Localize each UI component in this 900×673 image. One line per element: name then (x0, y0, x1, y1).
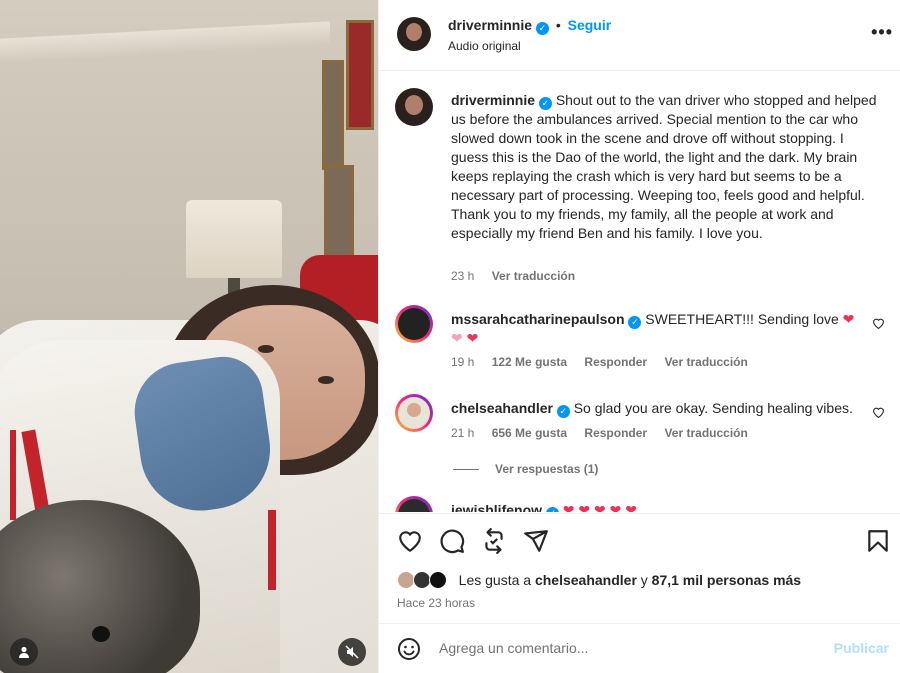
caption-avatar[interactable] (395, 88, 433, 126)
post-header: driverminnie ✓ • Seguir Audio original •… (379, 0, 900, 71)
verified-icon: ✓ (535, 22, 549, 35)
comment-item: chelseahandler ✓ So glad you are okay. S… (395, 394, 885, 476)
comment-avatar-photo (398, 308, 430, 340)
comment-author[interactable]: chelseahandler (451, 400, 553, 416)
verified-icon: ✓ (628, 316, 642, 329)
comment-time[interactable]: 21 h (451, 426, 474, 440)
caption-meta: 23 h Ver traducción (451, 269, 589, 283)
comment-text: SWEETHEART!!! Sending love (645, 311, 839, 327)
heart-icon (873, 407, 884, 419)
caption-translate[interactable]: Ver traducción (492, 269, 575, 283)
header-separator: • (555, 17, 561, 33)
comment-avatar[interactable] (395, 496, 433, 512)
comment-input[interactable]: Agrega un comentario... (439, 640, 588, 656)
comment-avatar[interactable] (395, 305, 433, 343)
mute-button[interactable] (338, 638, 366, 666)
verified-icon: ✓ (545, 507, 559, 512)
view-replies-button[interactable]: Ver respuestas (1) (453, 462, 598, 476)
comment-item: mssarahcatharinepaulson ✓ SWEETHEART!!! … (395, 305, 885, 375)
follow-button[interactable]: Seguir (568, 17, 612, 33)
likes-summary[interactable]: Les gusta a chelseahandler y 87,1 mil pe… (397, 571, 801, 589)
view-replies-line (453, 469, 479, 471)
comment-likes[interactable]: 122 Me gusta (492, 355, 567, 369)
share-icon (524, 530, 548, 552)
bookmark-icon (868, 530, 888, 552)
mute-icon (345, 645, 359, 659)
media-lamp (186, 200, 282, 278)
caption-avatar-face (405, 95, 423, 115)
emoji-button[interactable] (397, 637, 421, 664)
author-avatar[interactable] (397, 17, 431, 51)
comment-avatar-face (407, 403, 421, 417)
caption-text-block: driverminnie ✓ Shout out to the van driv… (451, 91, 885, 243)
comment-avatar[interactable] (395, 394, 433, 432)
likes-user[interactable]: chelseahandler (535, 572, 637, 588)
comment-button[interactable] (439, 528, 465, 554)
repost-button[interactable] (481, 528, 507, 554)
red-heart-emoji: ❤ (842, 311, 855, 327)
caption-time[interactable]: 23 h (451, 269, 474, 283)
comment-composer: Agrega un comentario... Publicar (379, 623, 900, 673)
comment-meta: 21 h 656 Me gusta Responder Ver traducci… (451, 426, 762, 440)
comments-section[interactable]: driverminnie ✓ Shout out to the van driv… (379, 72, 900, 512)
media-dog-eye (92, 626, 110, 642)
verified-icon: ✓ (538, 97, 552, 110)
likes-prefix: Les gusta a (458, 572, 535, 588)
comment-text: So glad you are okay. Sending healing vi… (573, 400, 853, 416)
media-stripe (10, 430, 16, 520)
comment-avatar-photo (398, 499, 430, 512)
media-frame (322, 60, 344, 170)
comment-text-block: chelseahandler ✓ So glad you are okay. S… (451, 399, 859, 418)
comment-like-button[interactable] (872, 317, 885, 332)
comment-reply-button[interactable]: Responder (584, 355, 647, 369)
post-media[interactable] (0, 0, 378, 673)
comment-like-button[interactable] (872, 406, 885, 421)
red-heart-emoji: ❤ (466, 330, 479, 346)
comment-author[interactable]: jewishlifenow (451, 502, 542, 512)
user-tag-button[interactable] (10, 638, 38, 666)
comment-translate[interactable]: Ver traducción (664, 426, 747, 440)
caption-author[interactable]: driverminnie (451, 92, 535, 108)
media-stripe (268, 510, 276, 590)
author-avatar-face (406, 23, 422, 41)
audio-label[interactable]: Audio original (448, 39, 521, 53)
comment-icon (440, 529, 465, 554)
heart-icon (873, 318, 884, 330)
emoji-icon (398, 638, 420, 660)
author-username[interactable]: driverminnie (448, 17, 532, 33)
comment-author[interactable]: mssarahcatharinepaulson (451, 311, 625, 327)
likes-middle: y (636, 572, 652, 588)
comment-item: jewishlifenow ✓ ❤ ❤ ❤ ❤ ❤ (395, 496, 885, 512)
verified-icon: ✓ (556, 405, 570, 418)
caption-text: Shout out to the van driver who stopped … (451, 92, 877, 241)
comment-text-block: mssarahcatharinepaulson ✓ SWEETHEART!!! … (451, 310, 859, 348)
header-title-row: driverminnie ✓ • Seguir (448, 17, 611, 35)
liker-avatar (428, 571, 447, 589)
post-timestamp[interactable]: Hace 23 horas (397, 596, 475, 610)
media-eye (258, 345, 274, 353)
comment-time[interactable]: 19 h (451, 355, 474, 369)
media-frame (346, 20, 374, 130)
comment-meta: 19 h 122 Me gusta Responder Ver traducci… (451, 355, 762, 369)
more-options-button[interactable]: ••• (871, 22, 893, 43)
comment-text-block: jewishlifenow ✓ ❤ ❤ ❤ ❤ ❤ (451, 501, 869, 512)
save-button[interactable] (865, 528, 891, 554)
heart-icon (399, 531, 421, 553)
view-replies-label: Ver respuestas (1) (495, 462, 599, 476)
likes-others[interactable]: 87,1 mil personas más (652, 572, 801, 588)
post-panel: driverminnie ✓ • Seguir Audio original •… (378, 0, 900, 673)
red-heart-emoji: ❤ ❤ ❤ ❤ ❤ (562, 502, 638, 512)
pink-heart-emoji: ❤ (451, 330, 463, 346)
like-button[interactable] (397, 528, 423, 554)
comment-likes[interactable]: 656 Me gusta (492, 426, 567, 440)
post-actions: Les gusta a chelseahandler y 87,1 mil pe… (379, 513, 900, 623)
media-eye (318, 376, 334, 384)
comment-reply-button[interactable]: Responder (584, 426, 647, 440)
caption-item: driverminnie ✓ Shout out to the van driv… (395, 88, 885, 288)
publish-button[interactable]: Publicar (834, 640, 889, 656)
comment-translate[interactable]: Ver traducción (664, 355, 747, 369)
share-button[interactable] (523, 528, 549, 554)
user-tag-icon (19, 646, 29, 658)
repost-icon (485, 528, 503, 554)
